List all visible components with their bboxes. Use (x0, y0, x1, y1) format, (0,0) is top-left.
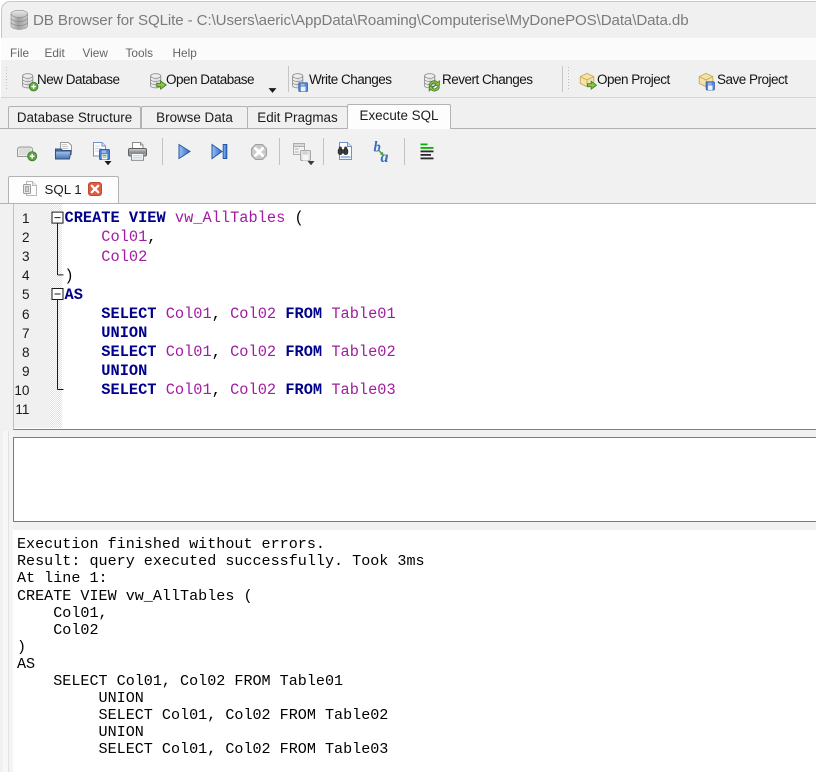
svg-text:a: a (381, 149, 389, 164)
